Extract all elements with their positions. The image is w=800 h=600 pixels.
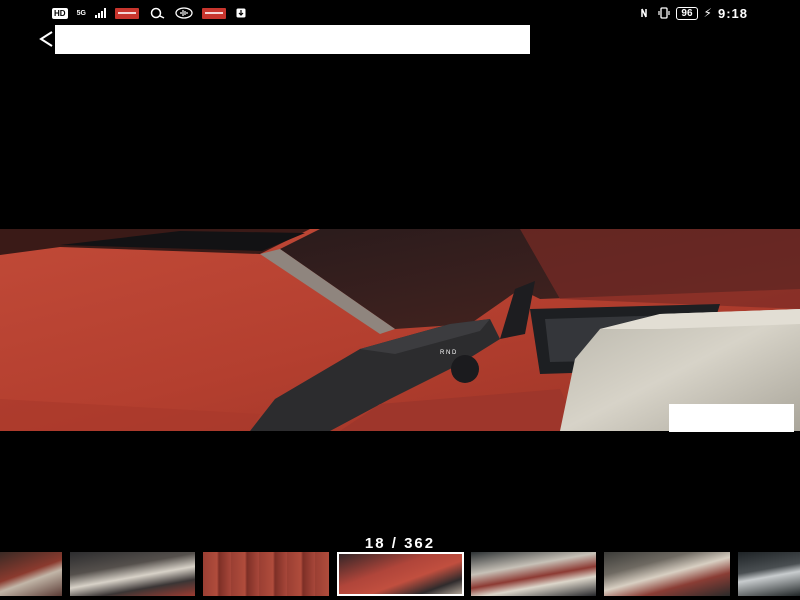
thumbnail-19-selected[interactable] [337, 552, 464, 596]
hd-icon: HD [52, 7, 68, 19]
app-notification-icon [114, 7, 139, 19]
message-icon [150, 7, 165, 19]
thumbnail-18[interactable] [203, 552, 329, 596]
clock: 9:18 [717, 5, 748, 21]
nfc-icon [641, 8, 648, 18]
status-bar-left: HD 5G [52, 6, 247, 20]
svg-text:R N D: R N D [440, 350, 457, 356]
status-bar-right: 96 ⚡ 9:18 [640, 4, 748, 22]
thumbnail-17[interactable] [70, 552, 195, 596]
main-photo[interactable]: R N D [0, 229, 800, 431]
signal-icon [94, 8, 106, 18]
car-interior-image: R N D [0, 229, 800, 431]
back-arrow-icon[interactable] [37, 28, 55, 50]
image-overlay-block [669, 404, 794, 432]
radio-icon [175, 7, 193, 19]
thumbnail-strip[interactable] [0, 552, 800, 596]
app-notification-icon [201, 7, 226, 19]
image-counter: 18 / 362 [364, 535, 436, 552]
thumbnail-22[interactable] [738, 552, 800, 596]
thumbnail-20[interactable] [471, 552, 596, 596]
vibrate-icon [658, 7, 671, 19]
network-type-label: 5G [76, 9, 86, 17]
charging-icon: ⚡ [703, 6, 712, 20]
download-icon [236, 8, 246, 18]
status-bar: HD 5G 96 ⚡ 9:18 [0, 0, 800, 26]
thumbnail-16[interactable] [0, 552, 62, 596]
battery-icon: 96 [676, 6, 698, 20]
title-bar [55, 25, 530, 54]
thumbnail-21[interactable] [604, 552, 730, 596]
